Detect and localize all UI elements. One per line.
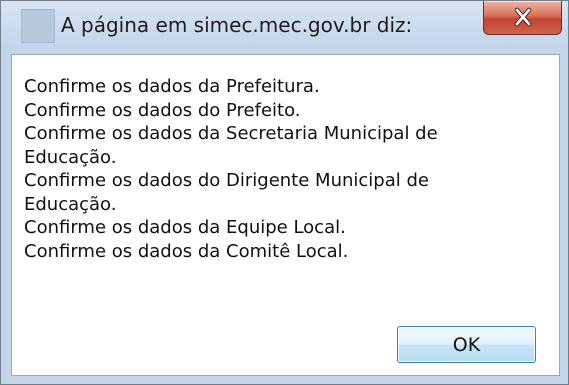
message-line: Confirme os dados da Equipe Local.: [24, 217, 346, 238]
alert-message: Confirme os dados da Prefeitura. Confirm…: [24, 75, 549, 263]
title-bar[interactable]: A página em simec.mec.gov.br diz:: [1, 1, 568, 49]
message-line: Confirme os dados do Dirigente Municipal…: [24, 170, 429, 191]
message-line: Educação.: [24, 146, 117, 168]
message-line: Confirme os dados da Prefeitura.: [24, 76, 320, 97]
alert-dialog: A página em simec.mec.gov.br diz: Confir…: [0, 0, 569, 385]
message-line: Confirme os dados da Comitê Local.: [24, 240, 349, 262]
close-icon: [514, 7, 532, 27]
message-line: Confirme os dados da Secretaria Municipa…: [24, 123, 438, 144]
message-line: Educação.: [24, 193, 117, 215]
dialog-content: Confirme os dados da Prefeitura. Confirm…: [11, 54, 560, 376]
ok-button[interactable]: OK: [397, 326, 536, 363]
dialog-title: A página em simec.mec.gov.br diz:: [61, 13, 413, 37]
close-button[interactable]: [483, 1, 562, 35]
message-line: Confirme os dados do Prefeito.: [24, 99, 301, 121]
page-icon: [21, 9, 55, 43]
